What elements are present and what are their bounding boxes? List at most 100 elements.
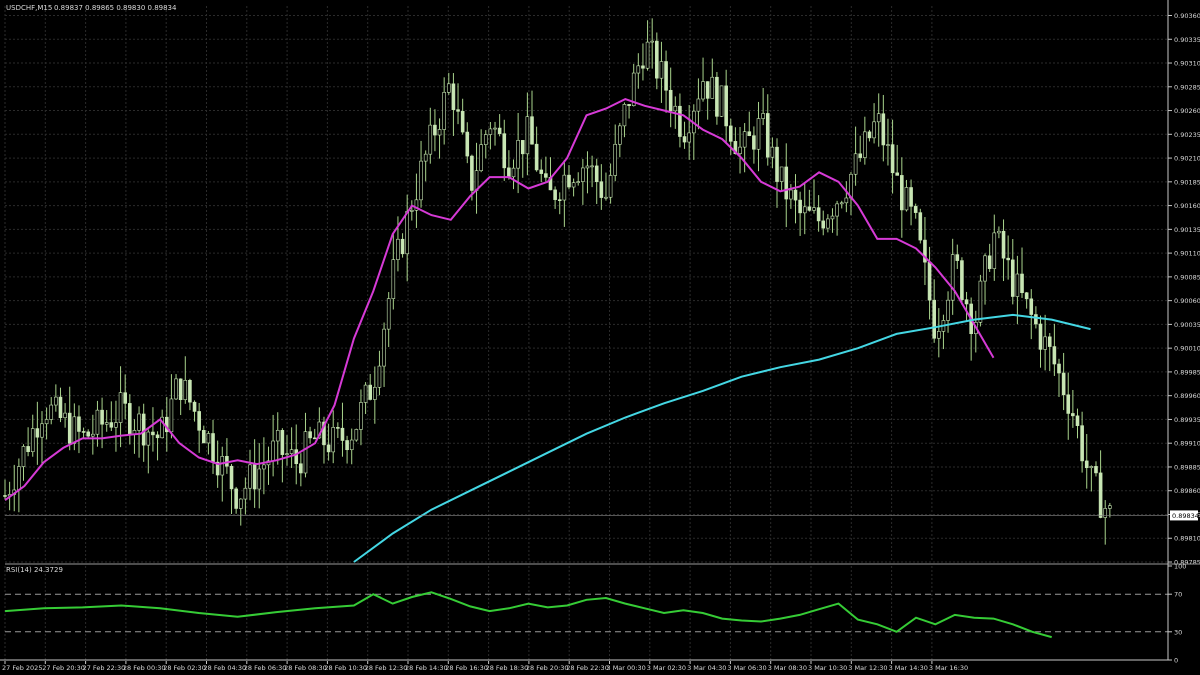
y-tick-label: 0.90360 [1174, 12, 1200, 20]
x-tick-label: 28 Feb 14:30 [405, 664, 448, 672]
candle-body [123, 392, 127, 404]
candle-body [280, 430, 285, 455]
x-tick-label: 28 Feb 20:30 [526, 664, 569, 672]
candle-body [613, 143, 618, 176]
candle-body [72, 416, 77, 444]
candle-body [502, 133, 507, 169]
candle-body [1075, 415, 1080, 426]
candle-body [465, 131, 470, 157]
candle-body [77, 416, 81, 432]
candle-body [1084, 460, 1089, 469]
x-tick-label: 3 Mar 00:30 [607, 664, 646, 672]
candle-body [553, 189, 557, 200]
y-tick-label: 0.90260 [1174, 107, 1200, 115]
candle-body [257, 468, 262, 490]
x-tick-label: 27 Feb 20:30 [42, 664, 85, 672]
y-tick-label: 0.90085 [1174, 273, 1200, 281]
candle-body [581, 167, 585, 182]
candle-body [525, 116, 530, 155]
candle-body [252, 464, 257, 490]
x-tick-label: 28 Feb 04:30 [204, 664, 247, 672]
trading-chart[interactable]: 0.90360 0.90335 0.90310 0.90285 0.90260 0.902… [0, 0, 1200, 675]
y-tick-label: 0.90010 [1174, 345, 1200, 353]
y-tick-label: 0.90185 [1174, 178, 1200, 186]
candle-body [206, 433, 211, 444]
candle-body [1047, 336, 1052, 347]
candle-body [784, 166, 789, 200]
candle-body [91, 433, 95, 437]
candle-body [937, 331, 941, 339]
candle-body [1057, 363, 1061, 374]
candle-body [363, 384, 368, 403]
x-tick-label: 28 Feb 22:30 [566, 664, 609, 672]
candle-body [294, 449, 299, 465]
candle-body [442, 92, 446, 130]
candle-body [738, 146, 742, 154]
y-tick-label: 0.89860 [1174, 487, 1200, 495]
candle-body [146, 431, 151, 446]
candle-body [821, 220, 826, 229]
candle-body [456, 109, 460, 112]
candle-body [104, 422, 109, 425]
candle-body [872, 121, 876, 139]
candle-body [756, 118, 761, 150]
candle-body [493, 127, 497, 130]
candle-body [423, 153, 428, 162]
candle-body [109, 422, 114, 428]
candle-body [1020, 273, 1024, 294]
candle-body [636, 65, 641, 74]
rsi-y-tick-label: 30 [1174, 628, 1182, 636]
candle-body [238, 498, 243, 509]
candle-body [188, 379, 192, 403]
x-tick-label: 3 Mar 04:30 [687, 664, 726, 672]
candle-body [400, 238, 405, 255]
candle-body [816, 207, 821, 222]
candle-body [812, 207, 816, 211]
candle-body [608, 175, 613, 198]
candle-body [308, 431, 312, 439]
candle-body [1061, 372, 1066, 396]
candle-body [955, 254, 960, 261]
candle-body [682, 136, 687, 143]
ohlc-label: 0.89837 0.89865 0.89830 0.89834 [54, 4, 177, 12]
candle-body [507, 167, 511, 178]
symbol-label: USDCHF,M15 [6, 4, 52, 12]
candle-body [155, 434, 160, 439]
candle-body [312, 437, 317, 440]
candle-body [95, 409, 100, 435]
candle-body [645, 41, 650, 69]
candle-body [86, 431, 91, 437]
candle-body [599, 181, 604, 198]
candle-body [183, 379, 188, 401]
candle-body [470, 155, 474, 191]
candle-body [668, 89, 673, 112]
candle-body [895, 172, 900, 176]
candle-body [562, 174, 567, 201]
candle-body [705, 81, 710, 99]
candle-body [377, 365, 382, 388]
candle-body [248, 464, 252, 489]
candle-body [151, 431, 155, 436]
candle-body [460, 111, 465, 133]
candle-body [904, 187, 909, 211]
y-tick-label: 0.90335 [1174, 36, 1200, 44]
candle-body [890, 144, 895, 174]
candle-body [271, 440, 275, 462]
candle-body [243, 487, 248, 500]
candle-body [664, 61, 668, 91]
candle-body [58, 396, 63, 419]
candle-body [405, 211, 409, 255]
candle-body [696, 98, 701, 112]
candle-body [802, 206, 807, 214]
x-tick-label: 3 Mar 08:30 [768, 664, 807, 672]
candle-body [622, 104, 627, 127]
candle-body [234, 488, 238, 509]
candle-body [881, 113, 886, 146]
candle-body [858, 153, 863, 158]
candle-body [326, 444, 331, 453]
candle-body [627, 104, 631, 106]
x-tick-label: 3 Mar 02:30 [647, 664, 686, 672]
candle-body [710, 76, 715, 99]
candle-body [1010, 259, 1015, 297]
last-price-label: 0.89834 [1172, 512, 1199, 520]
